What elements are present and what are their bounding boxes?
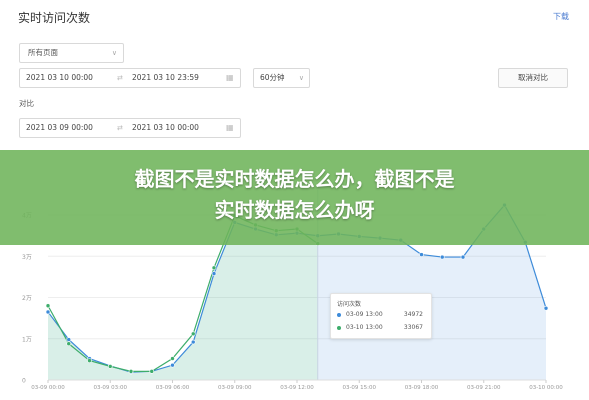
tooltip-row: 03-10 13:00 33067	[337, 324, 427, 332]
tooltip-title: 访问次数	[337, 301, 362, 308]
tooltip-value: 34972	[403, 311, 423, 318]
caption-line-1: 截图不是实时数据怎么办，截图不是	[134, 167, 455, 191]
data-point	[190, 339, 196, 345]
data-point	[45, 309, 51, 315]
tooltip-row: 03-09 13:00 34972	[337, 311, 427, 319]
x-tick-label: 03-09 03:00	[93, 385, 127, 391]
data-point	[419, 252, 424, 257]
x-tick-label: 03-10 00:00	[529, 385, 563, 391]
x-tick-label: 03-09 15:00	[342, 385, 376, 391]
data-point	[170, 362, 175, 368]
data-point	[211, 265, 217, 271]
data-point	[439, 254, 445, 260]
data-point	[170, 356, 175, 361]
x-tick-label: 03-09 18:00	[405, 385, 439, 391]
y-tick-label: 1万	[22, 336, 32, 343]
data-point	[211, 271, 217, 276]
caption-line-2: 实时数据怎么办呀	[214, 198, 375, 222]
tooltip-time: 03-09 13:00	[346, 311, 383, 318]
x-tick-label: 03-09 06:00	[156, 385, 190, 391]
data-point	[66, 337, 72, 342]
data-point	[190, 331, 196, 337]
tooltip-value: 33067	[403, 324, 423, 331]
x-tick-label: 03-09 12:00	[280, 385, 314, 391]
data-point	[128, 369, 134, 374]
x-tick-label: 03-09 00:00	[31, 385, 65, 391]
y-tick-label: 2万	[22, 295, 32, 302]
area-fill-left	[48, 222, 318, 380]
y-tick-label: 3万	[22, 254, 32, 261]
data-point	[66, 341, 72, 347]
series-dot-icon	[337, 312, 341, 317]
data-point	[543, 305, 549, 311]
y-tick-label: 0	[22, 378, 26, 385]
series-dot-icon	[337, 325, 341, 330]
caption-text: 截图不是实时数据怎么办，截图不是 实时数据怎么办呀	[0, 164, 589, 226]
x-tick-label: 03-09 09:00	[218, 385, 252, 391]
data-point	[107, 364, 113, 369]
data-point	[45, 303, 51, 309]
data-point	[460, 254, 466, 260]
data-point	[87, 358, 92, 363]
tooltip-time: 03-10 13:00	[346, 324, 383, 331]
chart-tooltip: 访问次数 03-09 13:00 34972 03-10 13:00 33067	[330, 293, 432, 339]
data-point	[149, 369, 155, 374]
x-tick-label: 03-09 21:00	[467, 385, 501, 391]
